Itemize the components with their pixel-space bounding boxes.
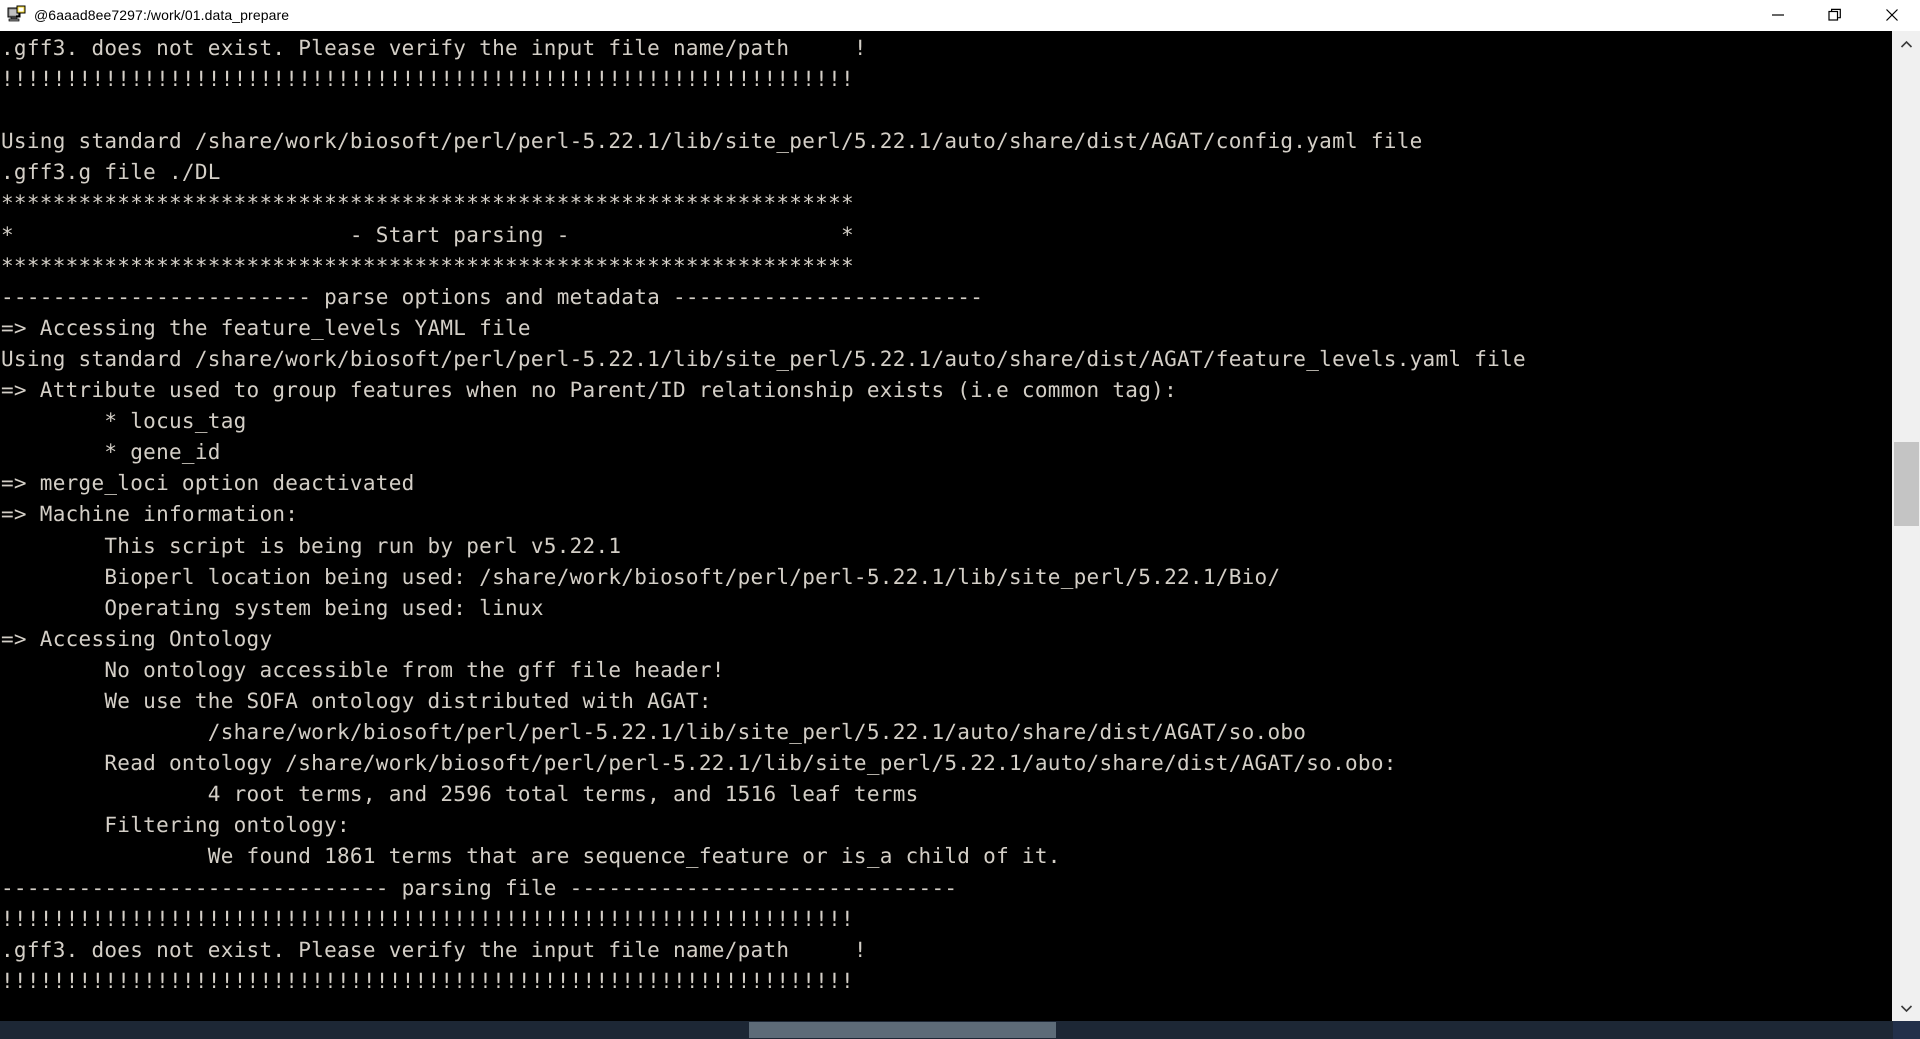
terminal-line: Bioperl location being used: /share/work… — [1, 564, 1281, 589]
terminal-line: => Attribute used to group features when… — [1, 378, 1177, 403]
terminal-line: ------------------------------ parsing f… — [1, 875, 958, 900]
scroll-down-button[interactable] — [1893, 995, 1920, 1021]
minimize-icon — [1771, 14, 1784, 16]
window-controls — [1749, 0, 1920, 30]
terminal-line: /share/work/biosoft/perl/perl-5.22.1/lib… — [1, 720, 1307, 745]
vertical-scrollbar[interactable] — [1892, 31, 1920, 1021]
terminal-line: => merge_loci option deactivated — [1, 471, 415, 496]
vertical-scroll-track[interactable] — [1893, 57, 1920, 995]
title-bar[interactable]: @6aaad8ee7297:/work/01.data_prepare — [0, 0, 1920, 31]
terminal-line: ****************************************… — [1, 191, 854, 216]
window-title: @6aaad8ee7297:/work/01.data_prepare — [34, 7, 290, 23]
terminal-body: .gff3. does not exist. Please verify the… — [0, 31, 1920, 1021]
terminal-line: !!!!!!!!!!!!!!!!!!!!!!!!!!!!!!!!!!!!!!!!… — [1, 906, 854, 931]
terminal-line: Read ontology /share/work/biosoft/perl/p… — [1, 751, 1397, 776]
restore-icon — [1827, 8, 1841, 21]
terminal-line: Using standard /share/work/biosoft/perl/… — [1, 346, 1526, 371]
terminal-line: .gff3. does not exist. Please verify the… — [1, 937, 867, 962]
terminal-line: .gff3.g file ./DL — [1, 160, 221, 185]
horizontal-scroll-thumb[interactable] — [748, 1022, 1056, 1038]
terminal-line: We use the SOFA ontology distributed wit… — [1, 688, 712, 713]
restore-button[interactable] — [1806, 0, 1863, 30]
terminal-line: => Accessing the feature_levels YAML fil… — [1, 315, 531, 340]
close-icon — [1885, 9, 1898, 21]
horizontal-scrollbar[interactable] — [0, 1021, 1920, 1039]
scroll-up-button[interactable] — [1893, 31, 1920, 57]
terminal-line: ****************************************… — [1, 253, 854, 278]
terminal-line: We found 1861 terms that are sequence_fe… — [1, 844, 1061, 869]
terminal-line: * gene_id — [1, 440, 221, 465]
scrollbar-corner — [1893, 1021, 1920, 1039]
terminal-line: 4 root terms, and 2596 total terms, and … — [1, 782, 919, 807]
terminal-app-icon — [7, 5, 27, 25]
terminal-line: => Machine information: — [1, 502, 299, 527]
terminal-line: !!!!!!!!!!!!!!!!!!!!!!!!!!!!!!!!!!!!!!!!… — [1, 67, 854, 92]
terminal-line: * - Start parsing - * — [1, 222, 854, 247]
terminal-line: No ontology accessible from the gff file… — [1, 657, 725, 682]
terminal-line: Using standard /share/work/biosoft/perl/… — [1, 129, 1423, 154]
vertical-scroll-thumb[interactable] — [1894, 441, 1919, 526]
terminal-text: .gff3. does not exist. Please verify the… — [0, 31, 1526, 997]
terminal-line: !!!!!!!!!!!!!!!!!!!!!!!!!!!!!!!!!!!!!!!!… — [1, 968, 854, 993]
chevron-up-icon — [1900, 40, 1913, 48]
terminal-line: Operating system being used: linux — [1, 595, 544, 620]
terminal-line: This script is being run by perl v5.22.1 — [1, 533, 622, 558]
chevron-down-icon — [1900, 1004, 1913, 1012]
title-bar-left: @6aaad8ee7297:/work/01.data_prepare — [0, 5, 1749, 25]
terminal-line: Filtering ontology: — [1, 813, 350, 838]
terminal-line: ------------------------ parse options a… — [1, 284, 984, 309]
terminal-line: * locus_tag — [1, 409, 247, 434]
terminal-output-area[interactable]: .gff3. does not exist. Please verify the… — [0, 31, 1892, 1021]
close-button[interactable] — [1863, 0, 1920, 30]
terminal-line: .gff3. does not exist. Please verify the… — [1, 36, 867, 60]
terminal-window: @6aaad8ee7297:/work/01.data_prepare .gff… — [0, 0, 1920, 1039]
terminal-line: => Accessing Ontology — [1, 626, 273, 651]
minimize-button[interactable] — [1749, 0, 1806, 30]
